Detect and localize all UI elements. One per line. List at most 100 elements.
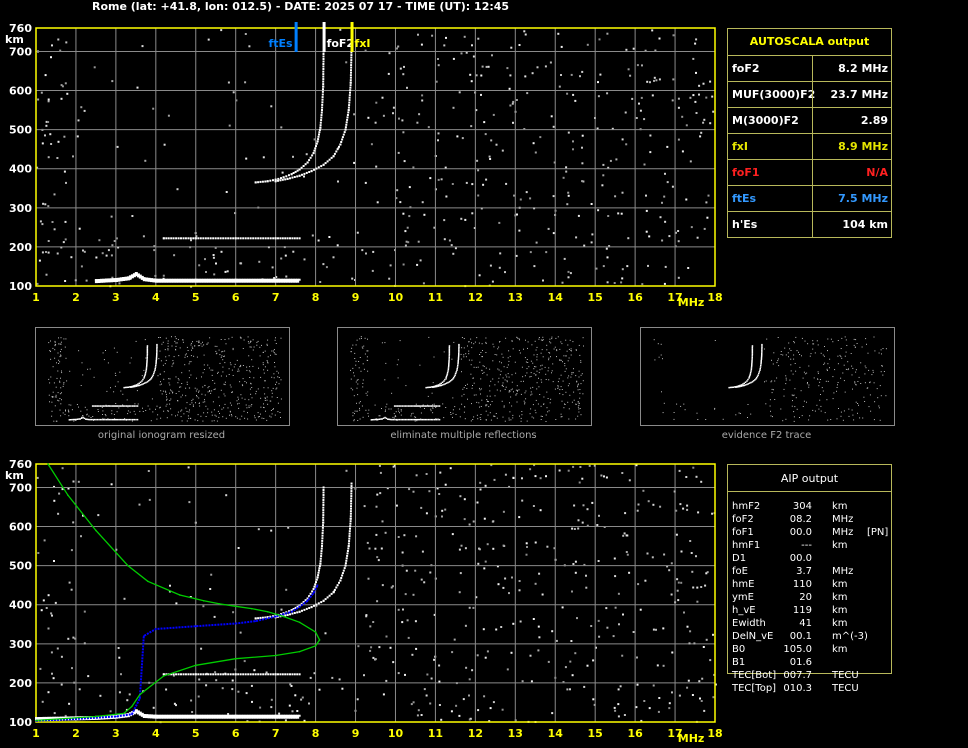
thumb-noise-dot [471, 387, 473, 389]
profile-point [298, 621, 301, 624]
thumb-noise-dot [876, 388, 878, 390]
profile-point [127, 564, 129, 567]
trace-vertex [339, 143, 342, 146]
thumb-noise-dot [454, 406, 456, 408]
trace-point [249, 673, 252, 676]
thumb-noise-dot [355, 344, 357, 346]
noise-dot [43, 539, 46, 542]
thumb-noise-dot [532, 404, 534, 406]
noise-dot [443, 238, 446, 241]
thumb-noise-dot [165, 405, 167, 407]
noise-dot [56, 157, 59, 159]
thumb-noise-dot [356, 339, 358, 341]
autoscala-value: 2.89 [860, 114, 888, 127]
aip-value: 105.0 [783, 644, 812, 655]
thumb-noise-dot [204, 399, 205, 401]
thumb-trace-point [395, 405, 397, 407]
thumb-trace-point [124, 418, 126, 421]
trace-vertex [114, 277, 117, 280]
thumb-noise-dot [263, 372, 265, 374]
noise-dot [538, 572, 541, 575]
trace-point [315, 581, 317, 584]
thumb-noise-dot [182, 341, 184, 343]
noise-dot [225, 494, 228, 497]
noise-dot [120, 673, 122, 676]
thumb-trace-point [760, 360, 762, 362]
thumb-noise-dot [54, 405, 56, 407]
thumb-noise-dot [352, 367, 354, 369]
thumb-noise-dot [570, 350, 572, 351]
thumb-noise-dot [579, 397, 581, 399]
thumb-noise-dot [361, 405, 363, 407]
trace-point [321, 534, 324, 537]
noise-dot [197, 695, 200, 698]
trace-point [296, 237, 299, 240]
thumb-trace-point [421, 405, 424, 407]
thumb-noise-dot [358, 361, 360, 362]
y-axis-label: km [5, 469, 24, 482]
trace-point [272, 237, 275, 240]
noise-dot [555, 639, 558, 642]
thumb-noise-dot [503, 406, 505, 408]
noise-dot [619, 685, 622, 688]
thumb-noise-dot [834, 369, 836, 371]
aip-unit: km [832, 605, 848, 616]
noise-dot [402, 131, 405, 134]
noise-dot [532, 505, 535, 507]
trace-point [244, 673, 247, 676]
thumb-noise-dot [867, 352, 869, 354]
noise-dot [552, 195, 555, 198]
thumb-noise-dot [164, 390, 166, 392]
thumb-trace-point [758, 371, 761, 373]
thumb-trace-point [409, 405, 411, 407]
noise-dot [42, 202, 45, 205]
trace-point [322, 509, 325, 512]
noise-dot [210, 573, 213, 576]
thumb-noise-dot [792, 400, 793, 402]
marker-ftEs [294, 22, 298, 52]
thumb-noise-dot [186, 346, 188, 348]
noise-dot [566, 92, 569, 95]
trace-point [177, 237, 180, 240]
thumb-noise-dot [264, 393, 266, 395]
thumb-noise-dot [87, 368, 89, 370]
thumb-noise-dot [556, 350, 558, 352]
thumb-noise-dot [563, 355, 565, 357]
thumb-noise-dot [837, 363, 839, 365]
thumb-noise-dot [415, 416, 417, 418]
thumb-noise-dot [250, 346, 252, 348]
noise-dot [280, 257, 283, 260]
thumb-noise-dot [432, 382, 434, 384]
trace-vertex [322, 163, 325, 166]
thumb-trace-point [742, 383, 744, 385]
thumb-noise-dot [173, 362, 175, 364]
thumb-noise-dot [841, 337, 843, 339]
thumb-noise-dot [223, 407, 225, 409]
noise-dot [462, 698, 465, 701]
thumb-noise-dot [873, 336, 875, 338]
thumb-noise-dot [808, 386, 810, 388]
thumb-noise-dot [561, 389, 563, 390]
aip-unit: MHz [832, 514, 854, 525]
noise-dot [661, 239, 664, 242]
thumb-noise-dot [214, 382, 216, 384]
noise-dot [508, 87, 511, 90]
thumb-noise-dot [196, 395, 197, 396]
noise-dot [518, 589, 521, 592]
thumb-noise-dot [513, 391, 514, 393]
thumb-noise-dot [185, 353, 187, 355]
thumb-noise-dot [59, 393, 61, 395]
noise-dot [603, 475, 605, 478]
marker-foF2 [322, 22, 326, 52]
thumb-trace-point [751, 361, 753, 363]
thumb-trace-point [115, 405, 117, 407]
trace-point [229, 673, 232, 676]
thumb-noise-dot [257, 412, 259, 414]
thumb-trace-point [112, 418, 114, 421]
thumb-noise-dot [551, 338, 553, 340]
y-tick-label: 400 [9, 163, 32, 176]
trace-point [345, 557, 348, 560]
noise-dot [511, 102, 514, 105]
thumb-noise-dot [765, 403, 767, 405]
thumb-noise-dot [442, 403, 444, 405]
